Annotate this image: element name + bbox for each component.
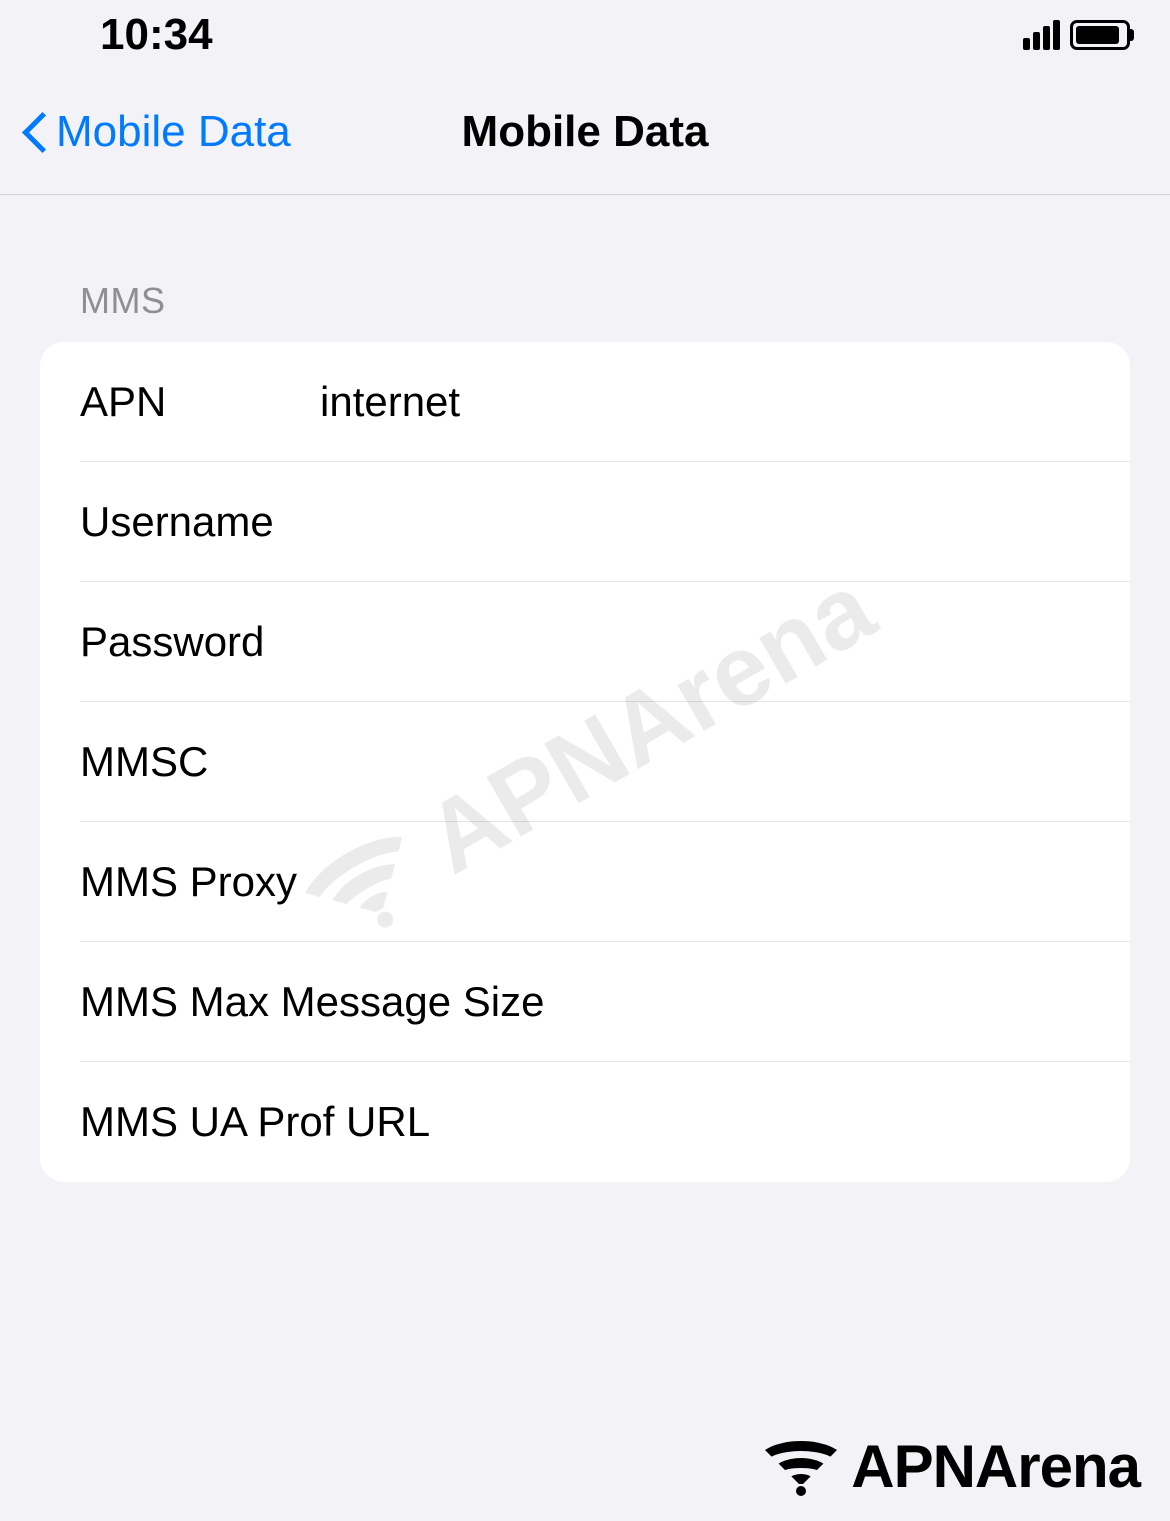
row-label-mms-ua-prof: MMS UA Prof URL (80, 1098, 430, 1146)
back-button[interactable]: Mobile Data (20, 107, 291, 157)
row-label-password: Password (80, 618, 320, 666)
status-icons (1023, 20, 1130, 50)
settings-row-password[interactable]: Password (40, 582, 1130, 702)
battery-icon (1070, 20, 1130, 50)
footer-logo: APNArena (756, 1431, 1140, 1501)
wifi-icon (756, 1431, 846, 1501)
settings-row-mms-proxy[interactable]: MMS Proxy (40, 822, 1130, 942)
row-label-mms-proxy: MMS Proxy (80, 858, 320, 906)
back-label: Mobile Data (56, 107, 291, 157)
row-label-username: Username (80, 498, 320, 546)
mms-proxy-field[interactable] (320, 858, 1090, 906)
settings-group-mms: APN Username Password MMSC MMS Proxy MMS… (40, 342, 1130, 1182)
settings-row-mmsc[interactable]: MMSC (40, 702, 1130, 822)
chevron-back-icon (20, 108, 48, 156)
settings-row-mms-ua-prof[interactable]: MMS UA Prof URL (40, 1062, 1130, 1182)
row-label-apn: APN (80, 378, 320, 426)
section-header-mms: MMS (80, 280, 1130, 322)
footer-text: APNArena (851, 1432, 1140, 1501)
settings-row-username[interactable]: Username (40, 462, 1130, 582)
settings-row-apn[interactable]: APN (40, 342, 1130, 462)
status-time: 10:34 (100, 10, 213, 60)
username-field[interactable] (320, 498, 1090, 546)
password-field[interactable] (320, 618, 1090, 666)
cellular-signal-icon (1023, 20, 1060, 50)
row-label-mmsc: MMSC (80, 738, 320, 786)
navigation-bar: Mobile Data Mobile Data (0, 70, 1170, 195)
apn-field[interactable] (320, 378, 1090, 426)
status-bar: 10:34 (0, 0, 1170, 70)
mmsc-field[interactable] (320, 738, 1090, 786)
content-area: MMS APN Username Password MMSC MMS Proxy (0, 195, 1170, 1182)
page-title: Mobile Data (462, 107, 709, 157)
row-label-mms-max-size: MMS Max Message Size (80, 978, 544, 1026)
settings-row-mms-max-size[interactable]: MMS Max Message Size (40, 942, 1130, 1062)
